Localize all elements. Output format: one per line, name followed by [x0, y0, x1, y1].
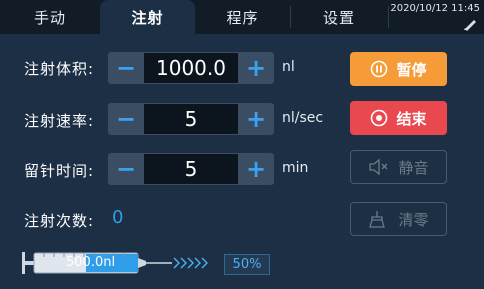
tab-program[interactable]: 程序	[195, 0, 290, 34]
syringe-volume-text: 500.0nl	[66, 255, 116, 270]
rate-increment-button[interactable]: +	[240, 105, 272, 133]
syringe-progress	[22, 252, 208, 274]
dwell-decrement-button[interactable]: −	[110, 155, 142, 183]
stop-circle-icon	[371, 109, 388, 127]
speaker-muted-icon	[369, 158, 388, 176]
dwell-label: 留针时间:	[24, 162, 95, 180]
pause-circle-icon	[371, 60, 388, 78]
rate-label: 注射速率:	[24, 112, 95, 130]
tab-divider	[290, 6, 291, 28]
rate-value[interactable]: 5	[144, 104, 238, 134]
pen-icon[interactable]	[462, 17, 478, 31]
mute-button[interactable]: 静音	[350, 150, 447, 184]
volume-increment-button[interactable]: +	[240, 54, 272, 82]
volume-value[interactable]: 1000.0	[144, 53, 238, 83]
rate-decrement-button[interactable]: −	[110, 105, 142, 133]
volume-unit: nl	[282, 59, 295, 75]
volume-label: 注射体积:	[24, 60, 95, 78]
progress-percent: 50%	[224, 254, 270, 275]
clear-label: 清零	[398, 210, 429, 229]
volume-decrement-button[interactable]: −	[110, 54, 142, 82]
stop-button[interactable]: 结束	[350, 101, 447, 135]
volume-stepper: − 1000.0 +	[108, 52, 274, 84]
tab-divider	[388, 6, 389, 28]
mute-label: 静音	[398, 158, 429, 177]
tab-injection[interactable]: 注射	[100, 0, 195, 34]
pause-label: 暂停	[396, 60, 427, 79]
tab-bar: 手动 注射 程序 设置 2020/10/12 11:45	[0, 0, 484, 34]
stop-label: 结束	[396, 109, 427, 128]
dwell-increment-button[interactable]: +	[240, 155, 272, 183]
rate-stepper: − 5 +	[108, 103, 274, 135]
datetime: 2020/10/12 11:45	[390, 3, 480, 14]
dwell-value[interactable]: 5	[144, 154, 238, 184]
clear-button[interactable]: 清零	[350, 202, 447, 236]
tab-settings[interactable]: 设置	[290, 0, 388, 34]
broom-icon	[369, 211, 386, 228]
tab-manual[interactable]: 手动	[0, 0, 100, 34]
dwell-unit: min	[282, 160, 309, 176]
count-value: 0	[112, 207, 124, 228]
rate-unit: nl/sec	[282, 110, 324, 126]
pause-button[interactable]: 暂停	[350, 52, 447, 86]
count-label: 注射次数:	[24, 212, 95, 230]
dwell-stepper: − 5 +	[108, 153, 274, 185]
